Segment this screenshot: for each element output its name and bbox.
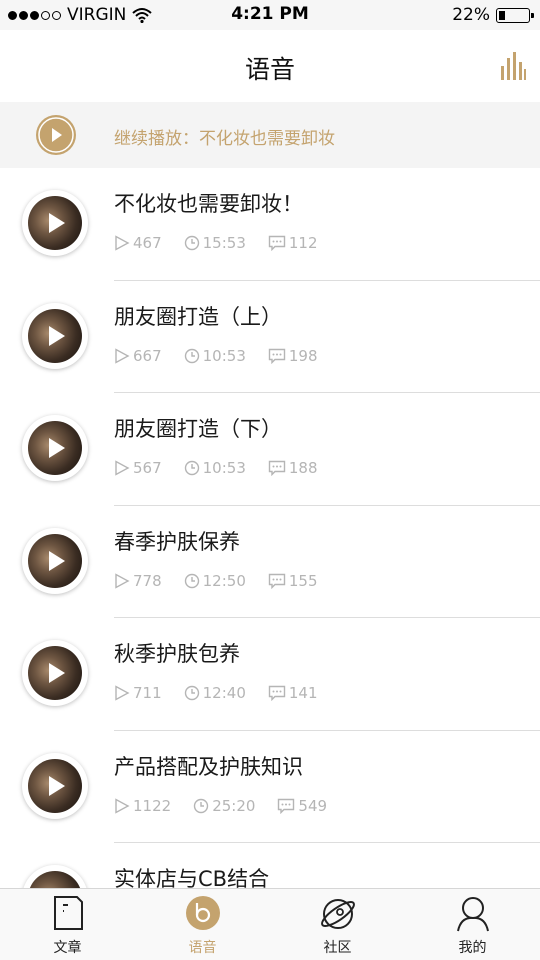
- resume-playback-bar[interactable]: 继续播放：不化妆也需要卸妆: [0, 102, 540, 168]
- play-icon: [49, 775, 65, 796]
- play-count-icon: [115, 572, 130, 589]
- page-title: 语音: [244, 55, 295, 84]
- play-count: 1122: [133, 796, 172, 815]
- tab-articles[interactable]: 文章: [0, 889, 135, 960]
- audio-thumbnail[interactable]: [22, 527, 88, 594]
- voice-icon: [185, 896, 220, 930]
- status-bar: VIRGIN 4:21 PM 22%: [0, 0, 540, 30]
- audio-bars-icon[interactable]: [500, 52, 526, 80]
- tab-label: 我的: [458, 940, 487, 956]
- list-item[interactable]: 产品搭配及护肤知识 1122 25:20 549: [0, 731, 540, 843]
- audio-title: 朋友圈打造（下）: [114, 417, 282, 441]
- clock-icon: [184, 460, 199, 476]
- profile-icon: [456, 897, 489, 932]
- nav-bar: 语音: [0, 30, 540, 102]
- audio-thumbnail[interactable]: [22, 415, 88, 481]
- audio-stats: 567 10:53 188: [114, 459, 340, 477]
- clock-icon: [184, 235, 199, 251]
- clock-icon: [184, 348, 199, 363]
- play-count: 711: [133, 684, 162, 702]
- audio-stats: 1122 25:20 549: [114, 797, 349, 815]
- play-icon: [49, 550, 65, 571]
- tab-community[interactable]: 社区: [270, 889, 405, 960]
- audio-stats: 467 15:53 112: [114, 234, 340, 252]
- duration: 25:20: [212, 796, 256, 815]
- play-count-icon: [115, 685, 130, 701]
- audio-title: 春季护肤保养: [114, 529, 240, 554]
- play-count-icon: [115, 347, 130, 364]
- list-item[interactable]: 秋季护肤包养 711 12:40 141: [0, 618, 540, 731]
- duration: 12:50: [202, 571, 246, 590]
- list-item[interactable]: 不化妆也需要卸妆！ 467 15:53 112: [0, 168, 540, 281]
- resume-play-button[interactable]: [35, 114, 77, 156]
- clock-icon: [184, 685, 199, 701]
- battery-icon: [496, 7, 534, 23]
- community-planet-icon: [320, 899, 355, 929]
- tab-voice[interactable]: 语音: [135, 889, 270, 960]
- audio-thumbnail[interactable]: [22, 190, 88, 256]
- play-count: 467: [133, 234, 162, 252]
- tab-label: 社区: [323, 940, 352, 956]
- play-count-icon: [115, 460, 130, 476]
- list-item[interactable]: 朋友圈打造（下） 567 10:53 188: [0, 393, 540, 506]
- play-count: 778: [133, 571, 162, 590]
- play-count: 567: [133, 459, 162, 477]
- play-icon: [49, 663, 65, 683]
- audio-title: 不化妆也需要卸妆！: [114, 192, 303, 216]
- duration: 10:53: [202, 346, 246, 365]
- audio-thumbnail[interactable]: [22, 752, 88, 819]
- tab-bar: 文章 语音 社区 我的: [0, 888, 540, 960]
- comment-icon: [268, 460, 286, 476]
- comment-count: 188: [288, 459, 318, 477]
- audio-title: 朋友圈打造（上）: [114, 304, 282, 329]
- comment-count: 549: [298, 796, 328, 815]
- duration: 15:53: [202, 234, 246, 252]
- duration: 10:53: [202, 459, 246, 477]
- play-count: 667: [133, 346, 162, 365]
- audio-thumbnail[interactable]: [22, 865, 88, 888]
- tab-profile[interactable]: 我的: [405, 889, 540, 960]
- resume-label: 继续播放：不化妆也需要卸妆: [114, 129, 335, 149]
- duration: 12:40: [202, 684, 246, 702]
- audio-stats: 667 10:53 198: [114, 347, 340, 365]
- comment-count: 198: [288, 346, 318, 365]
- comment-count: 141: [288, 684, 318, 702]
- list-item[interactable]: 实体店与CB结合: [0, 843, 540, 888]
- play-icon: [49, 438, 65, 458]
- play-icon: [49, 213, 65, 233]
- comment-count: 155: [288, 571, 318, 590]
- audio-thumbnail[interactable]: [22, 640, 88, 706]
- clock-icon: [193, 798, 209, 813]
- audio-title: 产品搭配及护肤知识: [114, 754, 303, 779]
- comment-icon: [268, 573, 286, 589]
- play-count-icon: [115, 235, 130, 251]
- list-item[interactable]: 朋友圈打造（上） 667 10:53 198: [0, 281, 540, 393]
- comment-icon: [268, 235, 286, 251]
- audio-list: 不化妆也需要卸妆！ 467 15:53 112 朋友圈打造（上） 667 10:…: [0, 168, 540, 888]
- clock-icon: [184, 573, 199, 588]
- comment-icon: [268, 685, 286, 701]
- battery-percent: 22%: [452, 5, 490, 25]
- audio-title: 秋季护肤包养: [114, 642, 240, 666]
- audio-stats: 778 12:50 155: [114, 572, 340, 590]
- comment-icon: [278, 798, 295, 814]
- tab-label: 文章: [53, 940, 82, 956]
- audio-stats: 711 12:40 141: [114, 684, 340, 702]
- status-right: 22%: [452, 5, 534, 25]
- article-icon: [53, 896, 83, 930]
- tab-label: 语音: [188, 940, 217, 956]
- audio-thumbnail[interactable]: [22, 302, 88, 369]
- play-count-icon: [115, 797, 130, 814]
- comment-count: 112: [288, 234, 318, 252]
- audio-title: 实体店与CB结合: [114, 867, 270, 888]
- play-icon: [49, 325, 65, 346]
- list-item[interactable]: 春季护肤保养 778 12:50 155: [0, 506, 540, 618]
- comment-icon: [268, 348, 286, 364]
